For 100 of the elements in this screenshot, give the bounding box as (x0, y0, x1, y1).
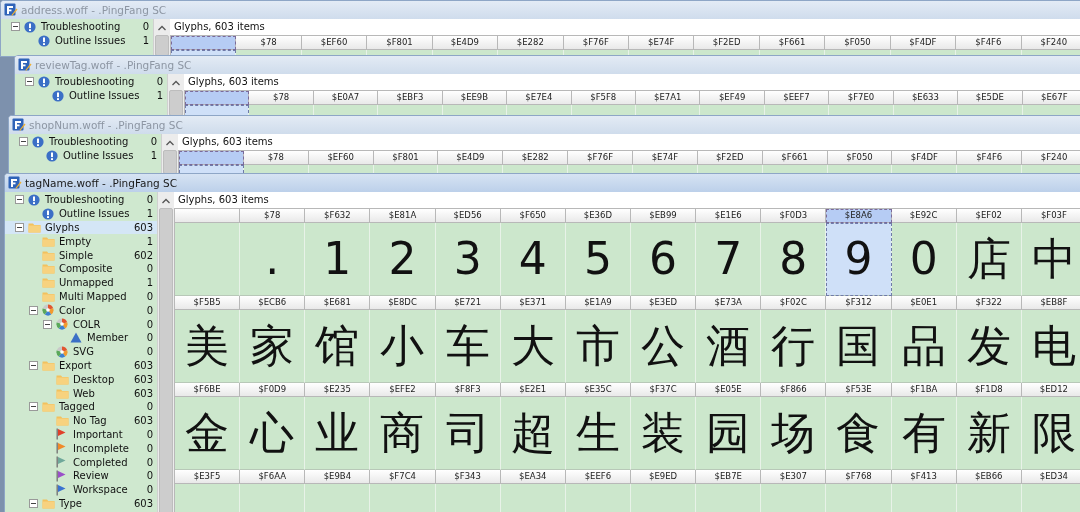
collapse-icon[interactable] (15, 195, 24, 205)
scrollbar[interactable] (153, 19, 170, 56)
glyph-cell[interactable]: 限 (1021, 397, 1080, 470)
glyph-code-header[interactable]: $E7A1 (636, 91, 701, 105)
collapse-icon[interactable] (25, 77, 34, 87)
tree-item[interactable]: Tagged 0 (5, 399, 157, 414)
collapse-icon[interactable] (29, 402, 38, 412)
glyph-cell[interactable]: 食 (826, 397, 892, 470)
tree-item[interactable]: Empty 1 (5, 234, 157, 249)
glyph-code-header[interactable]: $EF60 (308, 151, 374, 165)
glyph-code-header[interactable]: $F8F3 (435, 383, 501, 397)
glyph-code-header[interactable]: $E4D9 (438, 151, 504, 165)
glyph-code-header[interactable]: $E1A9 (565, 296, 631, 310)
glyph-code-header[interactable]: $F5F8 (571, 91, 636, 105)
glyph-code-header[interactable]: $F76F (568, 151, 633, 165)
tree-item[interactable]: COLR 0 (5, 317, 157, 331)
glyph-code-header[interactable]: $EEF6 (565, 470, 631, 484)
glyph-code-header[interactable]: $EB8F (1021, 296, 1080, 310)
scrollbar[interactable] (157, 192, 174, 512)
glyph-cell[interactable]: 7 (696, 223, 762, 296)
tree-item[interactable]: Color 0 (5, 303, 157, 318)
glyph-code-header[interactable]: $E8A6 (826, 209, 892, 223)
tree-item[interactable]: No Tag 603 (5, 413, 157, 428)
glyph-cell[interactable]: 小 (370, 310, 436, 383)
glyph-code-header[interactable]: $F6AA (240, 470, 306, 484)
glyph-code-header[interactable]: $F2ED (697, 151, 763, 165)
scrollbar[interactable] (161, 134, 178, 174)
glyph-code-header[interactable]: $F322 (956, 296, 1022, 310)
glyph-cell[interactable]: 司 (435, 397, 501, 470)
tree-item[interactable]: Troubleshooting 0 (1, 20, 153, 34)
glyph-code-header[interactable]: $EA34 (500, 470, 566, 484)
glyph-code-header[interactable]: $F7E0 (829, 91, 894, 105)
glyph-cell[interactable]: 0 (891, 223, 957, 296)
collapse-icon[interactable] (29, 305, 38, 315)
scroll-thumb[interactable] (169, 90, 183, 116)
glyph-code-header[interactable]: $78 (243, 151, 309, 165)
tree-item[interactable]: Web 603 (5, 386, 157, 400)
glyph-cell[interactable]: 园 (696, 397, 762, 470)
glyph-code-header[interactable]: $F37C (631, 383, 697, 397)
glyph-code-header[interactable]: $F661 (759, 36, 826, 50)
glyph-code-header[interactable]: $EB7E (696, 470, 762, 484)
glyph-cell[interactable]: 业 (305, 397, 371, 470)
glyph-cell[interactable]: 家 (240, 310, 306, 383)
tree-item[interactable]: Type 603 (5, 496, 157, 511)
glyph-code-header[interactable]: $E235 (305, 383, 371, 397)
glyph-code-header[interactable]: $EEF7 (764, 91, 830, 105)
tree-item[interactable]: Export 603 (5, 358, 157, 373)
scroll-up-icon[interactable] (163, 138, 177, 148)
glyph-cell[interactable]: 心 (240, 397, 306, 470)
glyph-code-header[interactable]: $F6BE (175, 383, 241, 397)
glyph-code-header[interactable]: $F53E (826, 383, 892, 397)
glyph-code-header[interactable]: $EF60 (301, 36, 368, 50)
glyph-code-header[interactable]: $E3F5 (175, 470, 241, 484)
glyph-code-header[interactable]: $E5DE (958, 91, 1023, 105)
glyph-code-header[interactable]: $E0E1 (891, 296, 957, 310)
glyph-code-header[interactable]: $E9B4 (305, 470, 371, 484)
glyph-cell[interactable]: 电 (1021, 310, 1080, 383)
glyph-code-header[interactable]: $E81A (370, 209, 436, 223)
tree-item[interactable]: SVG 0 (5, 344, 157, 359)
glyph-cell[interactable]: 3 (435, 223, 501, 296)
glyph-code-header[interactable]: $E67F (1022, 91, 1080, 105)
glyph-code-header[interactable]: $F03F (1021, 209, 1080, 223)
glyph-cell[interactable]: 有 (891, 397, 957, 470)
glyph-cell[interactable]: 8 (761, 223, 827, 296)
glyph-code-header[interactable]: $E73A (696, 296, 762, 310)
glyph-code-header[interactable]: $F0D9 (240, 383, 306, 397)
glyph-code-header[interactable]: $F343 (435, 470, 501, 484)
glyph-cell[interactable]: 车 (435, 310, 501, 383)
glyph-cell[interactable]: 大 (500, 310, 566, 383)
glyph-code-header[interactable]: $F4F6 (956, 36, 1022, 50)
glyph-code-header[interactable]: $E1E6 (696, 209, 762, 223)
glyph-code-header[interactable]: $EB99 (631, 209, 697, 223)
glyph-code-header[interactable]: $E282 (503, 151, 569, 165)
glyph-code-header[interactable]: $F76F (563, 36, 629, 50)
collapse-icon[interactable] (11, 22, 20, 32)
tree-item[interactable]: Glyphs 603 (5, 220, 157, 235)
glyph-cell[interactable] (175, 223, 241, 296)
tree-item[interactable]: Review 0 (5, 468, 157, 483)
glyph-code-header[interactable]: $F050 (827, 151, 893, 165)
glyph-cell[interactable]: 超 (500, 397, 566, 470)
glyph-code-header[interactable]: $78 (236, 36, 302, 50)
glyph-code-header[interactable]: $E74F (633, 151, 698, 165)
glyph-code-header[interactable]: $78 (240, 209, 306, 223)
glyph-cell[interactable]: 金 (175, 397, 241, 470)
glyph-code-header[interactable]: $F0D3 (761, 209, 827, 223)
glyph-cell[interactable]: 1 (305, 223, 371, 296)
glyph-code-header[interactable]: $F240 (1021, 36, 1080, 50)
glyph-code-header[interactable]: $ECB6 (240, 296, 306, 310)
tree-item[interactable]: Incomplete 0 (5, 441, 157, 456)
glyph-code-header[interactable]: $F4F6 (957, 151, 1023, 165)
tree-item[interactable]: Troubleshooting 0 (15, 75, 167, 89)
glyph-code-header[interactable]: $F632 (305, 209, 371, 223)
glyph-code-header[interactable]: $F312 (826, 296, 892, 310)
glyph-code-header[interactable]: $F801 (367, 36, 433, 50)
scroll-up-icon[interactable] (155, 23, 169, 33)
glyph-code-header[interactable]: $E282 (498, 36, 564, 50)
glyph-code-header[interactable]: $F768 (826, 470, 892, 484)
glyph-code-header[interactable]: $E05E (696, 383, 762, 397)
glyph-code-header[interactable]: $E74F (629, 36, 695, 50)
glyph-code-header[interactable]: $F240 (1022, 151, 1080, 165)
